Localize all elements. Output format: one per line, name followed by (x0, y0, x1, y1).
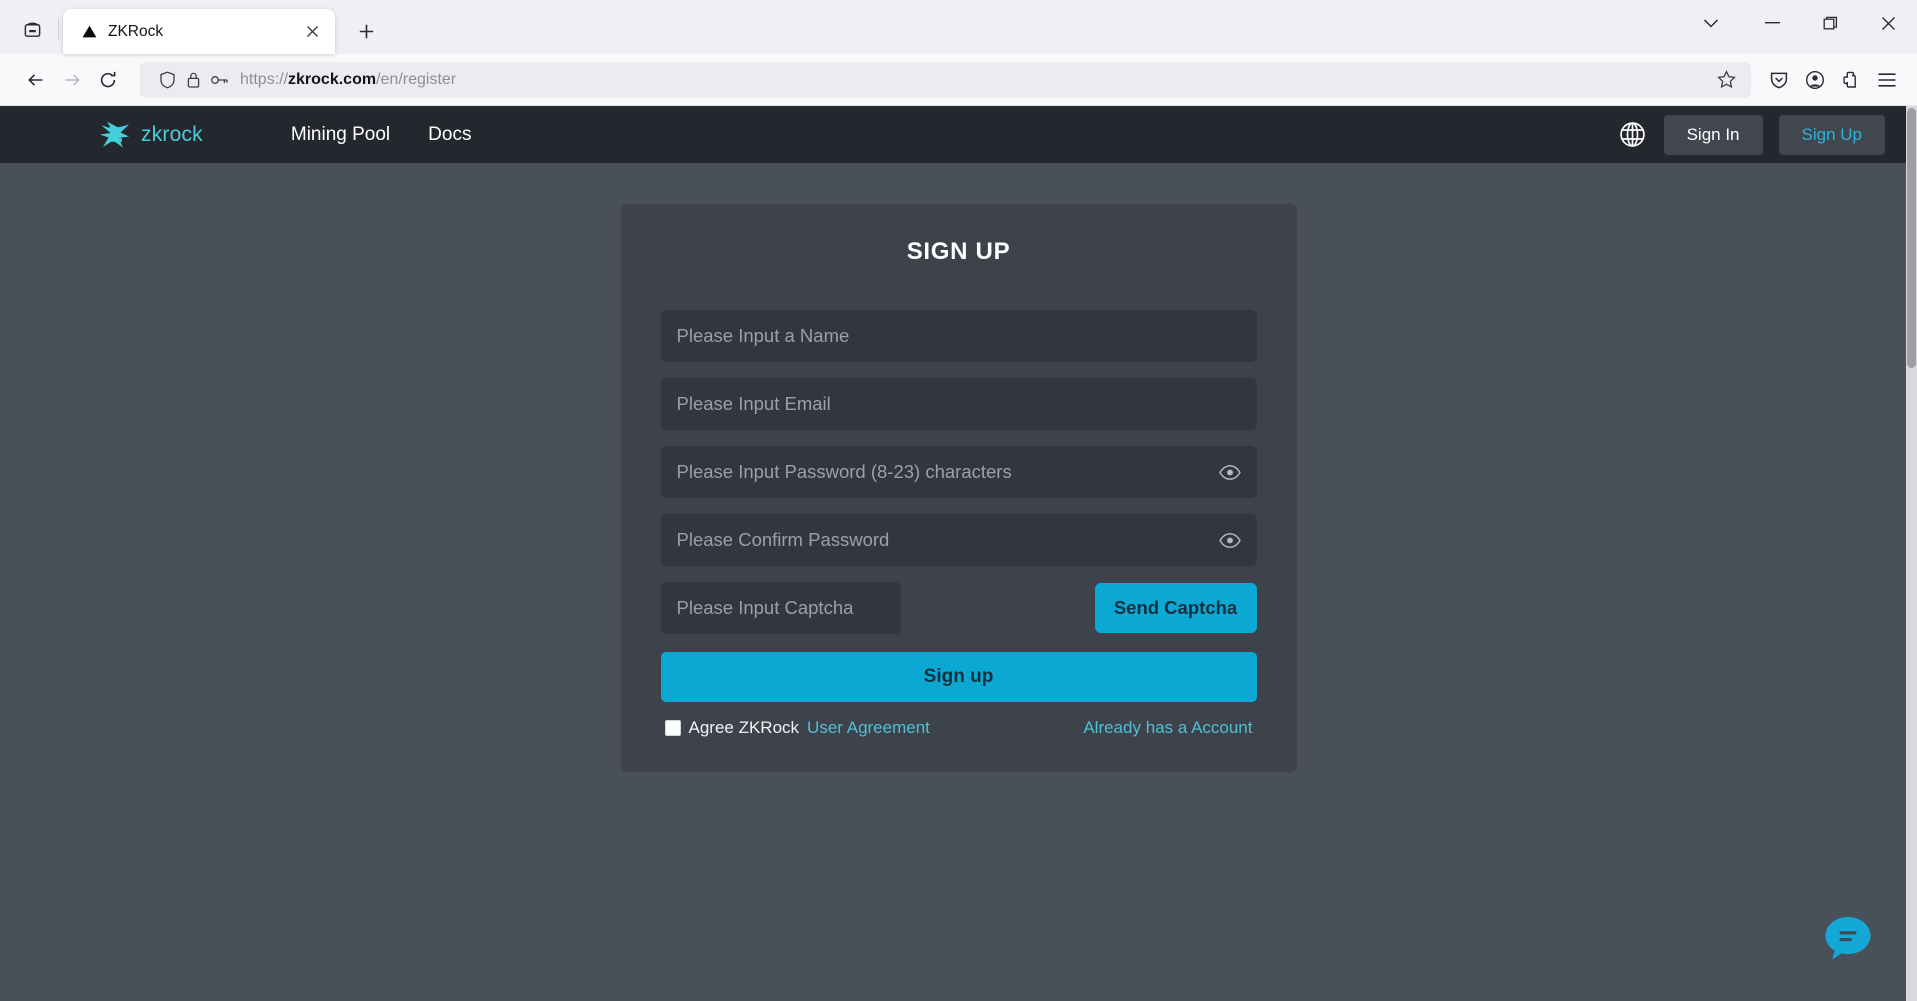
url-bar[interactable]: https://zkrock.com/en/register (140, 61, 1751, 98)
eye-icon[interactable] (1217, 459, 1243, 485)
eye-icon[interactable] (1217, 527, 1243, 553)
save-to-pocket-icon[interactable] (1761, 62, 1797, 98)
sign-up-button[interactable]: Sign Up (1778, 114, 1885, 155)
signup-card: SIGN UP Please Input a Name Please Input… (620, 204, 1297, 772)
new-tab-button[interactable] (347, 12, 385, 50)
scrollbar-thumb[interactable] (1907, 108, 1916, 368)
captcha-row: Send Captcha (660, 582, 1257, 634)
extensions-icon[interactable] (1833, 62, 1869, 98)
url-host: zkrock.com (288, 70, 377, 88)
confirm-password-input[interactable] (660, 514, 1257, 566)
agree-checkbox[interactable] (664, 720, 681, 736)
url-text: https://zkrock.com/en/register (240, 71, 1711, 89)
site-nav: Mining Pool Docs (291, 124, 472, 146)
tab-list-button[interactable] (12, 9, 52, 49)
list-all-tabs-chevron-icon[interactable] (1679, 0, 1743, 46)
already-has-account-link[interactable]: Already has a Account (1083, 718, 1252, 738)
captcha-input[interactable] (660, 582, 901, 634)
forward-arrow-icon[interactable] (54, 62, 90, 98)
email-input[interactable] (660, 378, 1257, 430)
lock-icon[interactable] (180, 69, 206, 91)
window-controls (1679, 0, 1917, 46)
page-scrollbar[interactable] (1906, 106, 1917, 1001)
sign-in-button[interactable]: Sign In (1663, 114, 1763, 155)
browser-tab[interactable]: ZKRock (63, 9, 335, 54)
close-icon[interactable] (299, 19, 325, 45)
minimize-icon[interactable] (1743, 0, 1801, 46)
password-field-wrapper (660, 446, 1257, 498)
triangle-favicon (81, 23, 98, 40)
browser-toolbar: https://zkrock.com/en/register (0, 54, 1917, 106)
zkrock-logo-icon (98, 120, 132, 150)
brand-logo[interactable]: zkrock (98, 120, 203, 150)
confirm-password-field-wrapper (660, 514, 1257, 566)
shield-icon[interactable] (154, 69, 180, 91)
agreement-left: Agree ZKRock User Agreement (664, 718, 930, 738)
account-icon[interactable] (1797, 62, 1833, 98)
star-icon[interactable] (1711, 65, 1741, 95)
browser-window: ZKRock https://zkrock.com/en/register zk… (0, 0, 1917, 1001)
nav-link-docs[interactable]: Docs (428, 124, 471, 146)
reload-icon[interactable] (90, 62, 126, 98)
back-arrow-icon[interactable] (18, 62, 54, 98)
maximize-icon[interactable] (1801, 0, 1859, 46)
page-title: SIGN UP (906, 238, 1011, 265)
tab-strip: ZKRock (0, 0, 1917, 54)
site-header: zkrock Mining Pool Docs Sign In Sign Up (0, 106, 1917, 163)
agreement-prefix-label: Agree ZKRock (688, 718, 800, 737)
page-viewport: zkrock Mining Pool Docs Sign In Sign Up (0, 106, 1917, 1001)
tab-strip-divider (58, 18, 59, 40)
password-input[interactable] (660, 446, 1257, 498)
tab-title: ZKRock (108, 22, 164, 40)
email-field-wrapper (660, 378, 1257, 430)
globe-icon[interactable] (1618, 120, 1648, 150)
chat-bubble-icon[interactable] (1823, 913, 1873, 963)
url-scheme: https:// (240, 70, 289, 88)
name-input[interactable] (660, 310, 1257, 362)
key-icon[interactable] (206, 69, 232, 91)
url-path: /en/register (376, 70, 457, 88)
close-window-icon[interactable] (1859, 0, 1917, 46)
nav-link-mining-pool[interactable]: Mining Pool (291, 124, 390, 146)
name-field-wrapper (660, 310, 1257, 362)
hamburger-menu-icon[interactable] (1869, 62, 1905, 98)
send-captcha-button[interactable]: Send Captcha (1094, 583, 1257, 633)
brand-name: zkrock (141, 122, 203, 146)
header-actions: Sign In Sign Up (1618, 114, 1885, 155)
agreement-row: Agree ZKRock User Agreement Already has … (661, 718, 1257, 738)
captcha-field-wrapper (660, 582, 901, 634)
user-agreement-link[interactable]: User Agreement (807, 718, 930, 738)
submit-signup-button[interactable]: Sign up (660, 652, 1257, 702)
